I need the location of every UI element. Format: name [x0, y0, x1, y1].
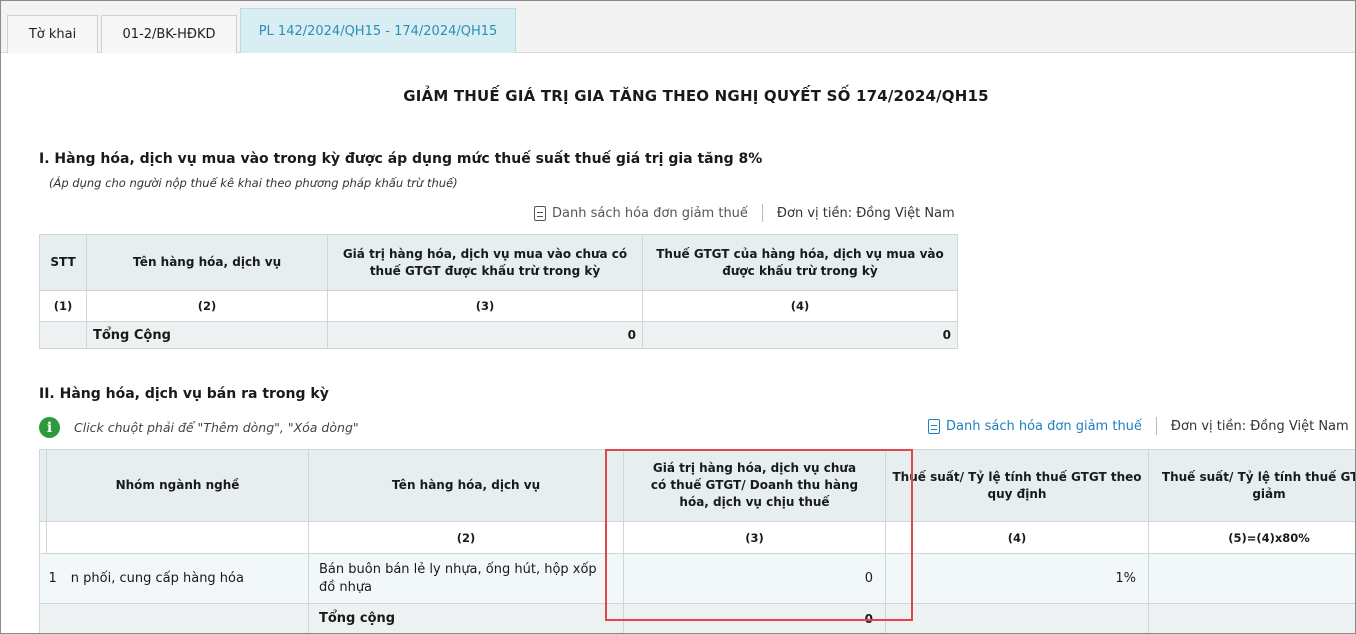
section1-index-2: (2) — [86, 290, 328, 322]
row-stt-value: 1 — [48, 571, 57, 586]
section2-total-empty-a — [39, 603, 47, 633]
section1-total-empty — [39, 321, 87, 349]
section1-index-3: (3) — [327, 290, 643, 322]
section2-total-label: Tổng cộng — [308, 603, 624, 633]
section2-header-stt — [39, 449, 47, 522]
section2-hint-text: Click chuột phải để "Thêm dòng", "Xóa dò… — [74, 420, 359, 435]
section2-index-4: (4) — [885, 521, 1149, 554]
page-title: GIẢM THUẾ GIÁ TRỊ GIA TĂNG THEO NGHỊ QUY… — [403, 87, 989, 105]
section1-currency-label: Đơn vị tiền: Đồng Việt Nam — [776, 205, 955, 221]
section2-invoice-list-link[interactable]: Danh sách hóa đơn giảm thuế — [928, 418, 1142, 434]
section2-total-empty-d — [1148, 603, 1355, 633]
tab-to-khai[interactable]: Tờ khai — [7, 15, 98, 53]
section2-total-empty-b — [46, 603, 309, 633]
section2-header-value: Giá trị hàng hóa, dịch vụ chưa có thuế G… — [623, 449, 886, 522]
section2-header-reduced: Thuế suất/ Tỷ lệ tính thuế GTGT giảm — [1148, 449, 1355, 522]
section2-index-1 — [46, 521, 309, 554]
section1-total-row: Tổng Cộng 0 0 — [39, 321, 958, 349]
section1-index-1: (1) — [39, 290, 87, 322]
section1-total-value: 0 — [327, 321, 643, 349]
section2-header-row: Nhóm ngành nghề Tên hàng hóa, dịch vụ Gi… — [39, 449, 1355, 522]
section1-total-label: Tổng Cộng — [86, 321, 328, 349]
section2-toolbar: Danh sách hóa đơn giảm thuế Đơn vị tiền:… — [928, 417, 1349, 435]
document-icon — [534, 205, 546, 221]
section2-currency-label: Đơn vị tiền: Đồng Việt Nam — [1170, 418, 1349, 434]
row-reduced-cell[interactable] — [1148, 553, 1355, 604]
tab-bk-hdkd[interactable]: 01-2/BK-HĐKD — [101, 15, 237, 53]
section2-heading: II. Hàng hóa, dịch vụ bán ra trong kỳ — [39, 386, 329, 402]
section1-table: STT Tên hàng hóa, dịch vụ Giá trị hàng h… — [39, 234, 958, 349]
section2-index-5: (5)=(4)x80% — [1148, 521, 1355, 554]
toolbar-separator — [1155, 417, 1157, 435]
section1-header-tax: Thuế GTGT của hàng hóa, dịch vụ mua vào … — [642, 234, 958, 291]
tab-pl-qh15[interactable]: PL 142/2024/QH15 - 174/2024/QH15 — [240, 8, 516, 53]
row-rate-cell[interactable]: 1% — [885, 553, 1149, 604]
section2-index-row: (2) (3) (4) (5)=(4)x80% — [39, 521, 1355, 554]
section1-index-4: (4) — [642, 290, 958, 322]
toolbar-separator — [761, 204, 763, 222]
section2-total-value: 0 — [623, 603, 886, 633]
section2-header-rate: Thuế suất/ Tỷ lệ tính thuế GTGT theo quy… — [885, 449, 1149, 522]
section1-heading: I. Hàng hóa, dịch vụ mua vào trong kỳ đư… — [39, 151, 763, 167]
section1-header-value: Giá trị hàng hóa, dịch vụ mua vào chưa c… — [327, 234, 643, 291]
section2-index-stt — [39, 521, 47, 554]
section2-index-3: (3) — [623, 521, 886, 554]
section1-note: (Áp dụng cho người nộp thuế kê khai theo… — [49, 176, 458, 190]
section1-invoice-list-link[interactable]: Danh sách hóa đơn giảm thuế — [534, 205, 748, 221]
row-value-cell[interactable]: 0 — [623, 553, 886, 604]
section1-invoice-list-label: Danh sách hóa đơn giảm thuế — [552, 205, 748, 221]
section1-header-stt: STT — [39, 234, 87, 291]
section2-header-name: Tên hàng hóa, dịch vụ — [308, 449, 624, 522]
section1-toolbar: Danh sách hóa đơn giảm thuế Đơn vị tiền:… — [534, 204, 955, 222]
section2-header-group: Nhóm ngành nghề — [46, 449, 309, 522]
section2-table: Nhóm ngành nghề Tên hàng hóa, dịch vụ Gi… — [39, 449, 1355, 633]
section2-invoice-list-label: Danh sách hóa đơn giảm thuế — [946, 418, 1142, 434]
section1-header-row: STT Tên hàng hóa, dịch vụ Giá trị hàng h… — [39, 234, 958, 291]
app-frame: Tờ khai 01-2/BK-HĐKD PL 142/2024/QH15 - … — [0, 0, 1356, 634]
section1-header-name: Tên hàng hóa, dịch vụ — [86, 234, 328, 291]
info-icon: i — [39, 417, 60, 438]
section2-hint-row: i Click chuột phải để "Thêm dòng", "Xóa … — [39, 417, 359, 438]
section1-index-row: (1) (2) (3) (4) — [39, 290, 958, 322]
document-icon — [928, 418, 940, 434]
section2-total-empty-c — [885, 603, 1149, 633]
section1-total-tax: 0 — [642, 321, 958, 349]
tab-bar: Tờ khai 01-2/BK-HĐKD PL 142/2024/QH15 - … — [1, 1, 1355, 53]
row-name-cell[interactable]: Bán buôn bán lẻ ly nhựa, ống hút, hộp xố… — [308, 553, 624, 604]
row-stt — [39, 553, 47, 604]
section2-total-row: Tổng cộng 0 — [39, 603, 1355, 633]
section2-index-2: (2) — [308, 521, 624, 554]
row-group-cell[interactable]: 1 n phối, cung cấp hàng hóa — [46, 553, 309, 604]
row-group-value: n phối, cung cấp hàng hóa — [70, 571, 244, 586]
table-row: 1 n phối, cung cấp hàng hóa Bán buôn bán … — [39, 553, 1355, 604]
